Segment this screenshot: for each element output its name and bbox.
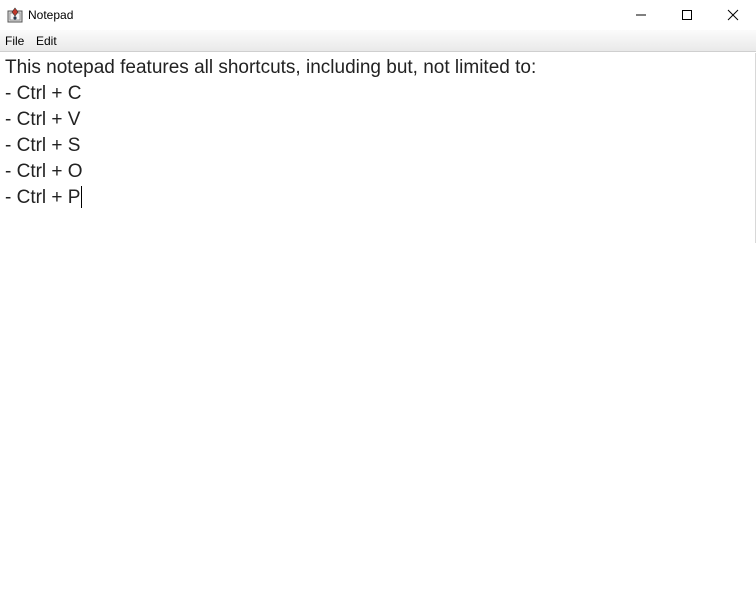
editor-line: - Ctrl + V [5,109,81,130]
close-icon [727,9,739,21]
notepad-window: Notepad File Edit This notepad features … [0,0,756,594]
editor-line: This notepad features all shortcuts, inc… [5,57,537,78]
maximize-icon [682,10,692,20]
notepad-app-icon [7,7,23,23]
menu-bar: File Edit [0,30,756,52]
minimize-button[interactable] [618,0,664,30]
editor-line: - Ctrl + C [5,83,82,104]
menu-edit[interactable]: Edit [36,34,57,48]
window-title: Notepad [28,8,74,22]
text-caret [81,186,83,208]
editor-line: - Ctrl + S [5,135,81,156]
maximize-button[interactable] [664,0,710,30]
minimize-icon [636,14,646,16]
editor-line-last: - Ctrl + P [5,185,756,211]
close-button[interactable] [710,0,756,30]
editor-line-text: - Ctrl + P [5,187,81,208]
title-bar[interactable]: Notepad [0,0,756,30]
editor-line: - Ctrl + O [5,161,83,182]
text-editor-area[interactable]: This notepad features all shortcuts, inc… [0,53,756,594]
menu-file[interactable]: File [5,34,24,48]
